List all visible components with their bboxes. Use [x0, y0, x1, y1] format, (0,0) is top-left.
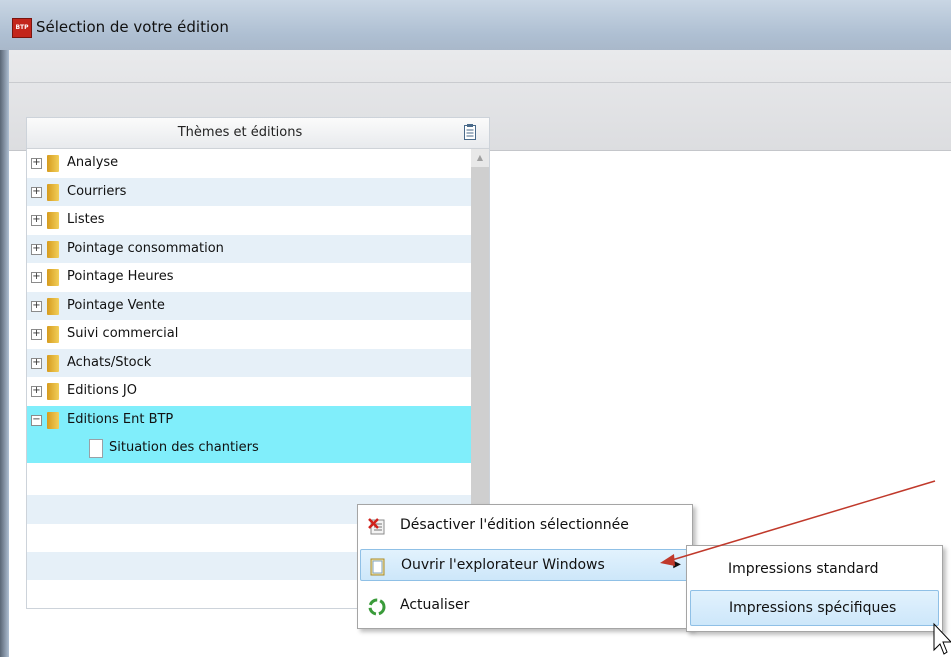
menu-item-open-explorer[interactable]: Ouvrir l'explorateur Windows ▶ — [360, 549, 690, 581]
expand-icon[interactable]: + — [31, 329, 42, 340]
expand-icon[interactable]: + — [31, 215, 42, 226]
tree-item[interactable]: + Achats/Stock — [27, 348, 471, 377]
context-menu: Désactiver l'édition sélectionnée Ouvrir… — [357, 504, 693, 629]
clipboard-icon[interactable] — [453, 118, 489, 149]
folder-icon — [47, 354, 59, 372]
folder-icon — [47, 326, 59, 343]
tree-column-header[interactable]: Thèmes et éditions — [27, 118, 453, 149]
menu-item-disable-edition[interactable]: Désactiver l'édition sélectionnée — [360, 509, 688, 541]
expand-icon[interactable]: + — [31, 243, 42, 255]
folder-icon — [47, 297, 59, 315]
tree-item[interactable]: + Pointage Vente — [27, 291, 471, 320]
tree-item-label: Achats/Stock — [67, 354, 152, 370]
folder-icon — [47, 383, 59, 400]
tree-item-label: Editions Ent BTP — [67, 411, 174, 427]
expand-icon[interactable]: + — [31, 386, 42, 397]
expand-icon[interactable]: + — [31, 357, 42, 369]
folder-icon — [47, 240, 59, 258]
folder-icon — [47, 269, 59, 286]
expand-icon[interactable]: + — [31, 272, 42, 283]
tree-item-label: Editions JO — [67, 383, 137, 398]
submenu-item-label: Impressions standard — [728, 561, 879, 577]
tree-item[interactable]: + Pointage consommation — [27, 234, 471, 263]
tree-item-label: Pointage consommation — [67, 240, 224, 256]
tree-item[interactable]: + Pointage Heures — [27, 263, 471, 292]
expand-icon[interactable]: + — [31, 300, 42, 312]
scroll-up-icon[interactable]: ▲ — [471, 149, 489, 167]
window-frame-left — [0, 50, 9, 657]
refresh-icon — [368, 596, 386, 616]
tree-item-selected[interactable]: − Editions Ent BTP — [27, 405, 471, 434]
explorer-submenu: Impressions standard Impressions spécifi… — [686, 545, 943, 632]
window-title: Sélection de votre édition — [36, 18, 229, 36]
menu-item-label: Ouvrir l'explorateur Windows — [401, 557, 605, 573]
document-icon — [89, 439, 103, 458]
submenu-item-standard[interactable]: Impressions standard — [690, 552, 937, 586]
menu-item-label: Désactiver l'édition sélectionnée — [400, 517, 629, 533]
submenu-item-label: Impressions spécifiques — [729, 600, 897, 616]
tree-item-label: Courriers — [67, 183, 127, 199]
menu-item-label: Actualiser — [400, 597, 470, 613]
folder-open-icon — [369, 557, 387, 576]
tree-rows: + Analyse + Courriers + Listes + Pointag… — [27, 149, 471, 463]
tree-item-label: Listes — [67, 212, 105, 227]
expand-icon[interactable]: + — [31, 158, 42, 169]
tree-item-label: Suivi commercial — [67, 326, 179, 341]
folder-icon — [47, 155, 59, 172]
toolbar-divider — [9, 82, 951, 83]
collapse-icon[interactable]: − — [31, 414, 42, 426]
tree-child-item[interactable]: Situation des chantiers — [27, 434, 471, 463]
folder-icon — [47, 183, 59, 201]
menu-item-refresh[interactable]: Actualiser — [360, 589, 688, 621]
folder-icon — [47, 411, 59, 429]
tree-item[interactable]: + Courriers — [27, 177, 471, 206]
folder-icon — [47, 212, 59, 229]
submenu-item-specific[interactable]: Impressions spécifiques — [690, 590, 939, 626]
app-logo-icon: BTP — [12, 18, 32, 38]
tree-item-label: Analyse — [67, 155, 119, 170]
disable-icon — [368, 516, 386, 535]
tree-item-label: Pointage Heures — [67, 269, 174, 284]
expand-icon[interactable]: + — [31, 186, 42, 198]
empty-row — [27, 467, 471, 495]
tree-item[interactable]: + Editions JO — [27, 377, 471, 406]
tree-item-label: Pointage Vente — [67, 297, 165, 313]
tree-child-label: Situation des chantiers — [109, 440, 259, 455]
tree-item[interactable]: + Analyse — [27, 149, 471, 178]
tree-item[interactable]: + Listes — [27, 206, 471, 235]
tree-item[interactable]: + Suivi commercial — [27, 320, 471, 349]
window-titlebar: BTP Sélection de votre édition — [0, 0, 951, 50]
submenu-arrow-icon: ▶ — [673, 559, 681, 570]
